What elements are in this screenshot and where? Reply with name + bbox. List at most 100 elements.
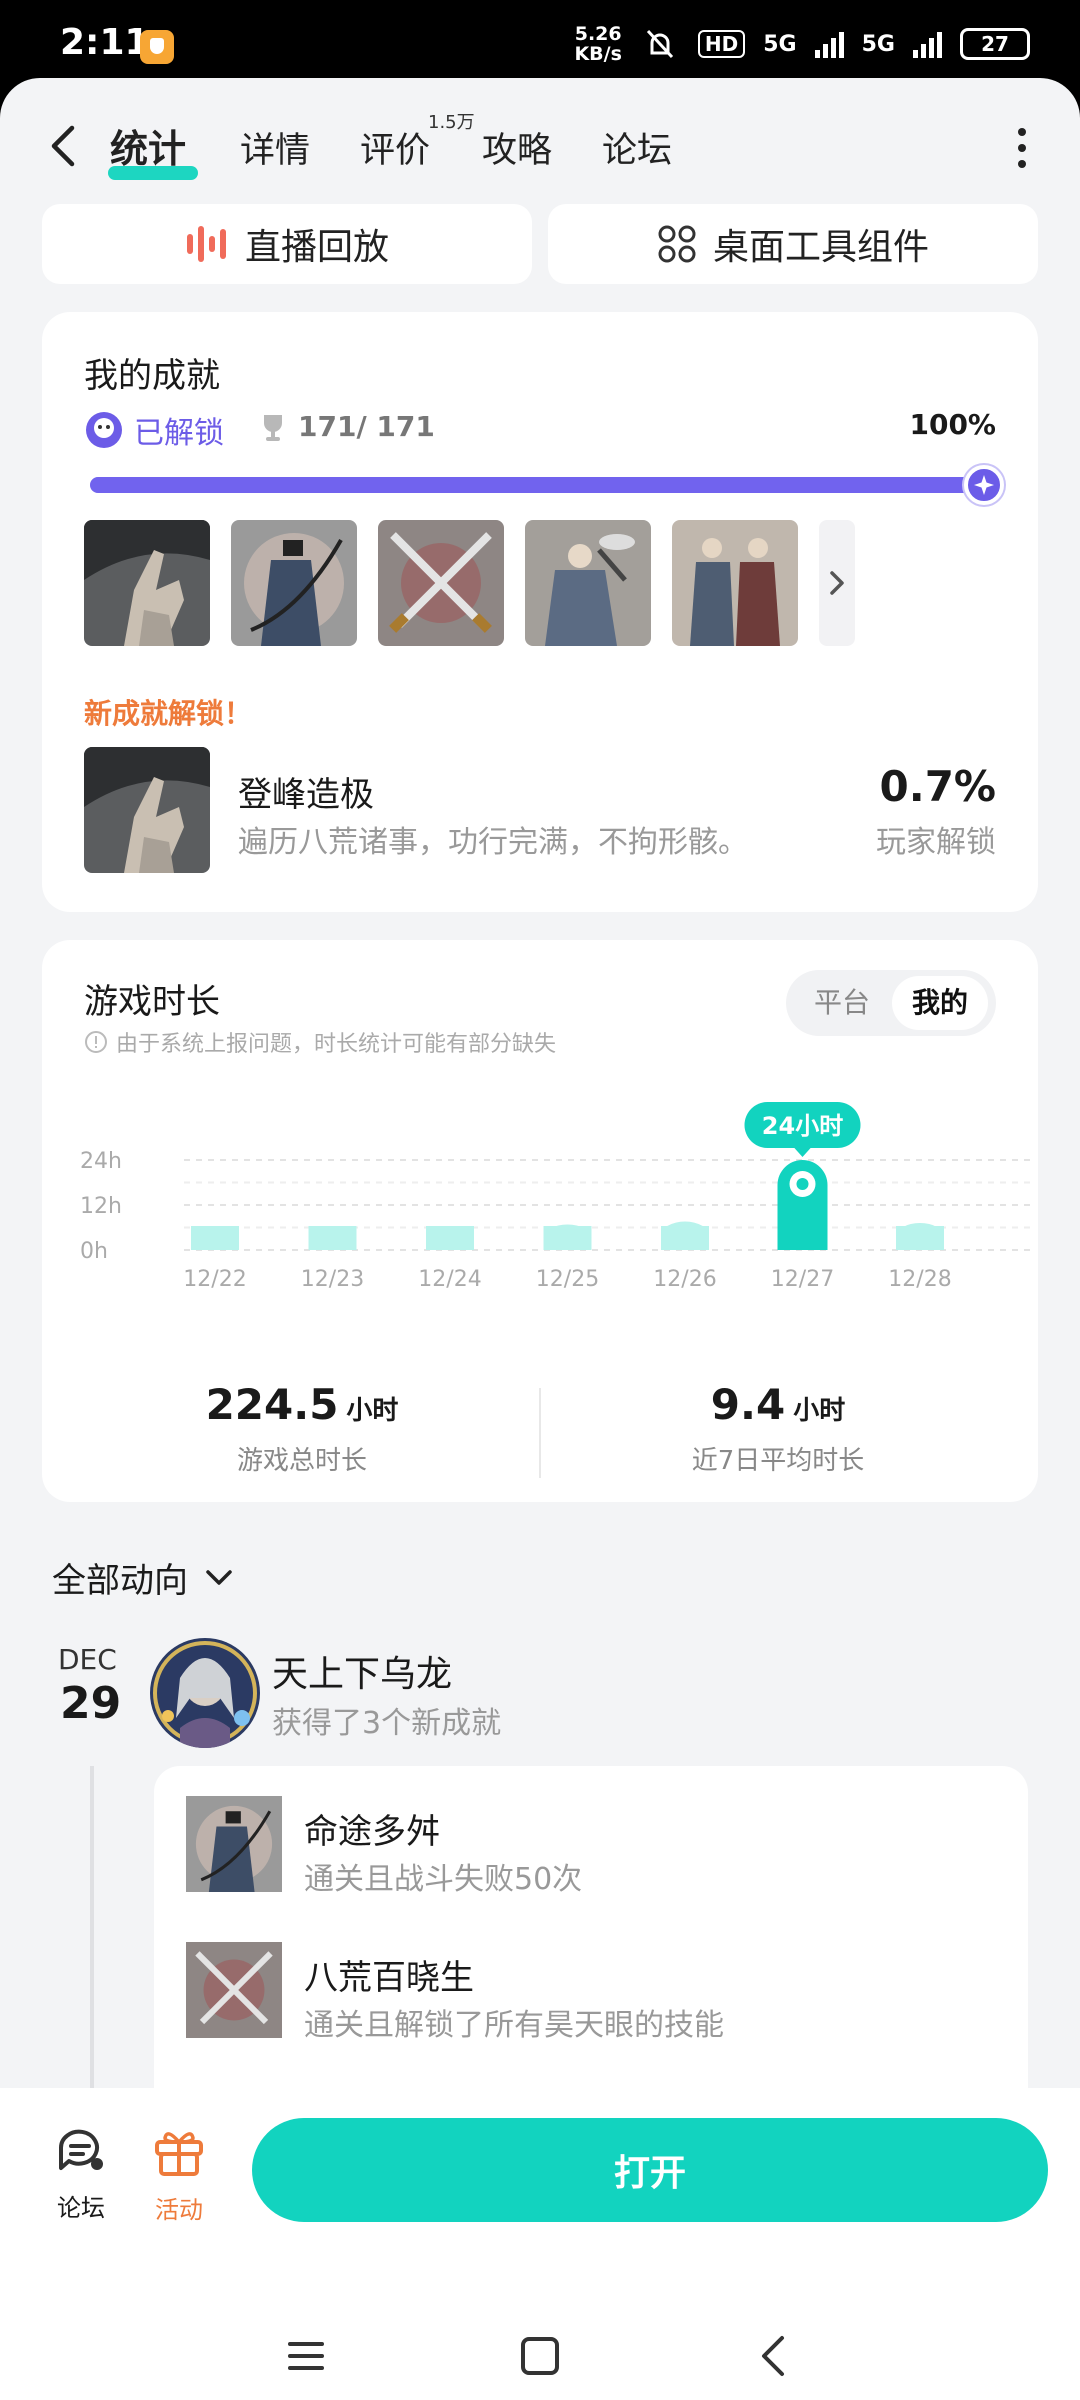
forum-button[interactable]: 论坛 [36,2128,126,2223]
feed-filter-dropdown[interactable]: 全部动向 [52,1553,234,1602]
tab-label: 论坛 [602,131,673,171]
forum-label: 论坛 [57,2194,105,2222]
new-achievement-heading: 新成就解锁！ [84,697,253,730]
achievement-thumb-hand[interactable] [84,520,210,646]
tab-reviews[interactable]: 评价 [360,122,430,173]
new-achievement-thumb[interactable] [84,747,210,873]
back-icon[interactable] [758,2334,790,2378]
bottom-action-bar: 论坛 活动 打开 [0,2088,1080,2320]
signal-icon [913,30,942,58]
system-nav-bar [0,2320,1080,2400]
feed-item-name: 八荒百晓生 [304,1958,474,1998]
achievement-progress-bar [90,465,1004,505]
x-tick-label: 12/28 [888,1267,951,1292]
speed-unit: KB/s [574,43,622,65]
more-options-icon[interactable] [1018,128,1030,168]
feed-summary: 获得了3个新成就 [272,1706,502,1741]
toggle-platform[interactable]: 平台 [794,976,890,1030]
playtime-chart: 24h 12h 0h 12/22 12/23 12/24 12/25 12/26 12/27 24… [80,1102,1032,1292]
trophy-count-text: 171/ 171 [298,410,435,443]
status-time: 2:11 [60,22,150,63]
back-arrow-icon[interactable] [44,122,84,170]
feed-day: 29 [60,1678,122,1729]
hd-badge: HD [697,30,746,58]
activity-label: 活动 [155,2196,203,2224]
chart-bar-base [661,1226,709,1250]
desktop-widget-label: 桌面工具组件 [712,227,929,268]
y-tick-label: 12h [80,1194,122,1219]
info-icon [85,1031,107,1053]
mascot-badge-icon [86,412,122,448]
gift-icon [155,2132,203,2176]
battery-icon: 27 [960,28,1030,60]
feed-filter-label: 全部动向 [52,1561,188,1601]
desktop-widget-button[interactable]: 桌面工具组件 [548,204,1038,284]
tab-guides[interactable]: 攻略 [482,122,552,173]
game-stats-page: 统计 详情 评价 1.5万 攻略 论坛 直播回放 桌面工具组件 我的成就 已解锁… [0,78,1080,2400]
unlocked-label: 已解锁 [134,416,224,451]
feed-item-desc: 通关且战斗失败50次 [304,1862,583,1897]
x-tick-label: 12/24 [418,1267,481,1292]
home-icon[interactable] [520,2336,560,2376]
feed-item-desc: 通关且解锁了所有昊天眼的技能 [304,2008,724,2043]
live-bars-icon [186,226,226,262]
toggle-mine[interactable]: 我的 [892,976,988,1030]
avg-playtime: 9.4 小时 [578,1380,978,1429]
tab-stats[interactable]: 统计 [110,118,186,173]
chevron-right-icon[interactable] [819,520,855,646]
tab-forum[interactable]: 论坛 [602,122,672,173]
chevron-down-icon [206,1569,232,1585]
battery-level: 27 [981,32,1009,56]
achievement-percent: 100% [909,408,996,441]
top-nav: 统计 详情 评价 1.5万 攻略 论坛 [0,108,1080,188]
y-tick-label: 0h [80,1239,108,1264]
achievement-thumb-crossed-swords[interactable] [378,520,504,646]
progress-fill [90,465,1004,505]
achievement-thumbnails [84,520,855,646]
tab-details[interactable]: 详情 [240,122,310,173]
total-playtime-unit: 小时 [346,1396,399,1426]
achievement-thumb-crossed-swords[interactable] [186,1942,282,2038]
live-replay-label: 直播回放 [244,227,389,268]
status-bar: 2:11 5.26 KB/s HD 5G 5G 27 [0,0,1080,78]
stat-divider [539,1388,541,1478]
achievement-thumb-scholar[interactable] [525,520,651,646]
tab-label: 详情 [240,131,311,171]
menu-icon[interactable] [286,2338,326,2374]
feed-username[interactable]: 天上下乌龙 [272,1645,452,1697]
y-tick-label: 24h [80,1149,122,1174]
new-achievement-name: 登峰造极 [238,775,374,815]
chart-bar-base [308,1226,357,1250]
achievement-thumb-swordsman[interactable] [186,1796,282,1892]
total-playtime: 224.5 小时 [102,1380,502,1429]
new-achievement-desc: 遍历八荒诸事，功行完满，不拘形骸。 [238,825,748,860]
unlocked-status[interactable]: 已解锁 [84,408,224,452]
achievements-card: 我的成就 已解锁 171/ 171 100% 新成就解锁！ 登峰造极 遍历八荒诸… [42,312,1038,912]
chart-bar-base [191,1226,239,1250]
tab-label: 评价 [360,131,431,171]
avg-playtime-label: 近7日平均时长 [691,1446,865,1476]
highlight-tooltip-label: 24小时 [762,1112,843,1140]
feed-month: DEC [58,1643,117,1676]
new-achievement-percent: 0.7% [879,762,996,811]
playtime-title: 游戏时长 [84,982,220,1022]
open-game-button[interactable]: 打开 [252,2118,1048,2222]
x-tick-label: 12/22 [183,1267,246,1292]
achievement-thumb-swordsman[interactable] [231,520,357,646]
playtime-card: 游戏时长 由于系统上报问题，时长统计可能有部分缺失 平台 我的 24h 12h 0h… [42,940,1038,1502]
avg-playtime-value: 9.4 [710,1380,786,1429]
activity-button[interactable]: 活动 [134,2128,224,2225]
x-tick-label: 12/27 [771,1267,834,1292]
avatar[interactable] [150,1638,260,1748]
chart-bar-base [896,1226,944,1250]
tab-label: 攻略 [482,131,553,171]
chart-bar-base [543,1226,592,1250]
playtime-notice: 由于系统上报问题，时长统计可能有部分缺失 [84,1026,556,1058]
achievement-thumb-two-figures[interactable] [672,520,798,646]
reviews-count-badge: 1.5万 [428,112,475,133]
chart-bar-base [426,1226,474,1250]
live-replay-button[interactable]: 直播回放 [42,204,532,284]
feed-item-name: 命途多舛 [304,1812,440,1852]
avg-playtime-unit: 小时 [793,1396,846,1426]
speed-value: 5.26 [574,23,622,45]
